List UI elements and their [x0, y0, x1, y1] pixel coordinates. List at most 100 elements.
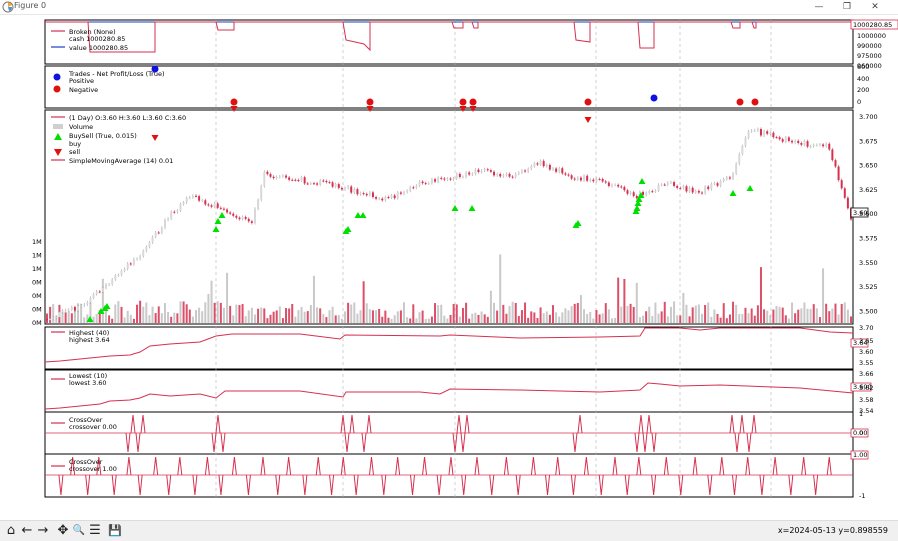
volume-bar [539, 307, 542, 323]
price-candle [713, 183, 716, 185]
volume-bar [182, 301, 185, 323]
price-candle [579, 177, 582, 181]
restore-button[interactable]: ❐ [834, 0, 860, 14]
price-candle [775, 137, 778, 139]
price-candle [486, 169, 489, 171]
crossover2-spike [315, 456, 321, 476]
volume-bar [241, 304, 244, 323]
buy-marker [359, 212, 367, 218]
volume-bar [477, 314, 480, 323]
volume-bar [275, 310, 278, 323]
volume-bar [387, 317, 390, 323]
back-arrow-icon[interactable]: ← [19, 523, 35, 539]
price-candle [406, 190, 409, 193]
volume-bar [614, 317, 617, 323]
price-candle [201, 200, 204, 202]
volume-ytick: 0M [32, 292, 42, 300]
price-candle [583, 175, 586, 181]
price-candle [278, 176, 281, 178]
price-candle [443, 178, 446, 180]
price-candle [77, 306, 80, 311]
price-candle [536, 163, 539, 165]
price-candle [399, 192, 402, 194]
price-candle [328, 182, 331, 184]
price-candle [781, 139, 784, 142]
price-candle [685, 186, 688, 192]
price-candle [815, 144, 818, 146]
volume-bar [735, 304, 738, 323]
home-icon[interactable]: ⌂ [3, 523, 19, 539]
volume-bar [536, 318, 539, 323]
volume-bar [607, 309, 610, 323]
crossover2-spike [692, 456, 698, 476]
volume-bar [818, 317, 821, 323]
volume-bar [707, 302, 710, 323]
crossover2-spike [731, 474, 737, 496]
price-ytick: 3.600 [859, 210, 878, 218]
crossover1-spike [734, 432, 740, 453]
price-candle [430, 179, 433, 184]
volume-bar [163, 303, 166, 323]
price-candle [756, 129, 759, 131]
price-candle [483, 169, 486, 171]
price-candle [213, 203, 216, 207]
price-candle [772, 132, 775, 138]
lowest-line [44, 382, 854, 410]
price-candle [83, 304, 86, 306]
price-candle [458, 173, 461, 177]
volume-bar [570, 306, 573, 323]
configure-subplots-icon[interactable]: ☰ [87, 523, 103, 539]
price-candle [253, 208, 256, 223]
volume-bar [787, 318, 790, 323]
volume-bar [499, 254, 502, 323]
save-icon[interactable]: 💾 [107, 523, 123, 539]
price-candle [657, 184, 660, 191]
broker-cash-label: cash 1000280.85 [69, 35, 125, 43]
crossover2-spike [555, 456, 561, 476]
price-candle [375, 197, 378, 199]
volume-bar [555, 312, 558, 323]
volume-bar [586, 314, 589, 323]
volume-bar [269, 314, 272, 323]
crossover1-spike [135, 432, 141, 453]
minimize-button[interactable]: — [806, 0, 832, 14]
close-button[interactable]: ✕ [862, 0, 888, 14]
volume-bar [691, 307, 694, 323]
pan-icon[interactable]: ✥ [55, 523, 71, 539]
volume-bar [697, 304, 700, 323]
volume-bar [368, 309, 371, 323]
price-candle [356, 189, 359, 195]
volume-bar [229, 305, 232, 323]
price-candle [576, 177, 579, 180]
crossover2-spike [461, 474, 467, 496]
volume-bar [337, 315, 340, 323]
volume-bar [486, 316, 489, 323]
volume-bar [654, 302, 657, 323]
volume-bar [418, 312, 421, 323]
volume-bar [132, 318, 135, 323]
buy-marker [214, 218, 222, 224]
price-candle [176, 210, 179, 213]
broker-legend: Broken (None) cash 1000280.85 value 1000… [51, 28, 128, 52]
price-candle [260, 186, 263, 200]
volume-bar [648, 306, 651, 323]
price-candle [148, 242, 151, 247]
volume-bar [598, 314, 601, 323]
volume-bar [129, 314, 132, 323]
volume-bar [288, 308, 291, 323]
trade-negative-marker [459, 98, 467, 106]
lowest-value-label: lowest 3.60 [69, 379, 107, 387]
volume-bar [167, 311, 170, 323]
price-buy-label: buy [69, 140, 81, 148]
volume-bar [120, 306, 123, 323]
price-candle [468, 172, 471, 175]
highest-legend: Highest (40) highest 3.64 [51, 329, 110, 344]
price-candle [645, 192, 648, 195]
volume-bar [722, 303, 725, 323]
forward-arrow-icon[interactable]: → [35, 523, 51, 539]
crossover2-spike [204, 456, 210, 476]
crossover1-legend: CrossOver crossover 0.00 [51, 416, 117, 431]
zoom-icon[interactable]: 🔍 [71, 523, 87, 539]
price-candle [722, 179, 725, 182]
volume-bar [700, 313, 703, 323]
